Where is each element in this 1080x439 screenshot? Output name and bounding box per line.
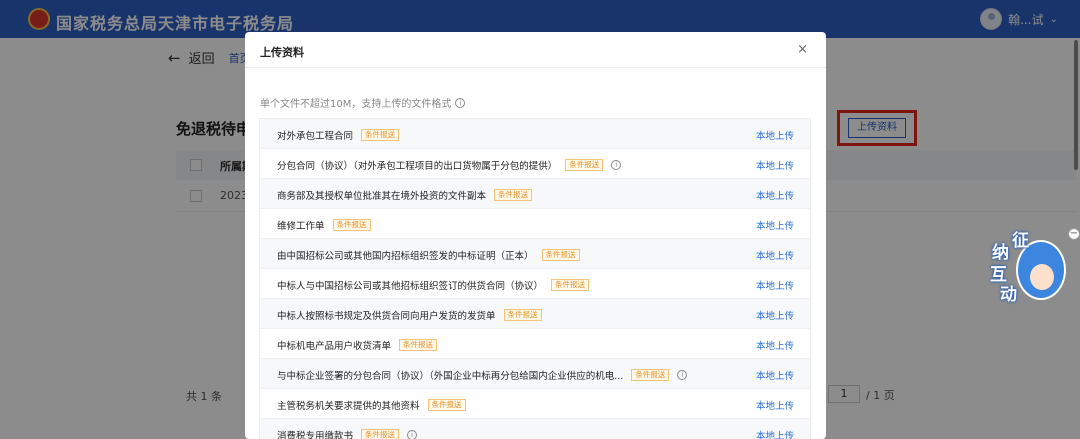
- document-name: 中标人按照标书规定及供货合同向用户发货的发货单: [277, 311, 496, 322]
- document-name-group: 分包合同（协议）（对外承包工程项目的出口货物属于分包的提供） 条件报送 i: [277, 158, 622, 172]
- interaction-assistant[interactable]: 征 纳 互 动: [986, 228, 1072, 306]
- document-name-group: 维修工作单 条件报送: [277, 218, 371, 232]
- list-item: 商务部及其授权单位批准其在境外投资的文件副本 条件报送 本地上传: [260, 179, 810, 209]
- document-name-group: 中标人按照标书规定及供货合同向用户发货的发货单 条件报送: [277, 308, 542, 322]
- list-item: 由中国招标公司或其他国内招标组织签发的中标证明（正本） 条件报送 本地上传: [260, 239, 810, 269]
- document-name: 由中国招标公司或其他国内招标组织签发的中标证明（正本）: [277, 251, 534, 262]
- local-upload-link[interactable]: 本地上传: [756, 278, 794, 292]
- conditional-submit-badge: 条件报送: [399, 339, 438, 351]
- list-item: 维修工作单 条件报送 本地上传: [260, 209, 810, 239]
- conditional-submit-badge: 条件报送: [541, 249, 580, 261]
- list-item: 中标机电产品用户收货清单 条件报送 本地上传: [260, 329, 810, 359]
- assistant-char-4: 动: [1000, 285, 1017, 305]
- list-item: 中标人与中国招标公司或其他招标组织签订的供货合同（协议） 条件报送 本地上传: [260, 269, 810, 299]
- info-icon[interactable]: i: [407, 430, 418, 439]
- local-upload-link[interactable]: 本地上传: [756, 428, 794, 439]
- document-name-group: 由中国招标公司或其他国内招标组织签发的中标证明（正本） 条件报送: [277, 248, 580, 262]
- conditional-submit-badge: 条件报送: [361, 129, 400, 141]
- conditional-submit-badge: 条件报送: [503, 309, 542, 321]
- conditional-submit-badge: 条件报送: [361, 429, 400, 439]
- document-name-group: 主管税务机关要求提供的其他资料 条件报送: [277, 398, 466, 412]
- list-item: 与中标企业签署的分包合同（协议）（外国企业中标再分包给国内企业供应的机电... 条…: [260, 359, 810, 389]
- document-name: 中标机电产品用户收货清单: [277, 341, 392, 352]
- list-item: 分包合同（协议）（对外承包工程项目的出口货物属于分包的提供） 条件报送 i 本地上传: [260, 149, 810, 179]
- document-name: 对外承包工程合同: [277, 131, 354, 142]
- conditional-submit-badge: 条件报送: [631, 369, 670, 381]
- document-name-group: 商务部及其授权单位批准其在境外投资的文件副本 条件报送: [277, 188, 533, 202]
- local-upload-link[interactable]: 本地上传: [756, 368, 794, 382]
- conditional-submit-badge: 条件报送: [551, 279, 590, 291]
- document-name: 消费税专用缴款书: [277, 431, 354, 439]
- document-name: 商务部及其授权单位批准其在境外投资的文件副本: [277, 191, 487, 202]
- file-format-hint: 单个文件不超过10M，支持上传的文件格式 i: [260, 95, 466, 110]
- modal-title: 上传资料: [260, 46, 304, 59]
- local-upload-link[interactable]: 本地上传: [756, 188, 794, 202]
- conditional-submit-badge: 条件报送: [565, 159, 604, 171]
- info-icon[interactable]: i: [677, 370, 688, 380]
- document-name-group: 中标人与中国招标公司或其他招标组织签订的供货合同（协议） 条件报送: [277, 278, 590, 292]
- list-item: 对外承包工程合同 条件报送 本地上传: [260, 119, 810, 149]
- local-upload-link[interactable]: 本地上传: [756, 128, 794, 142]
- conditional-submit-badge: 条件报送: [427, 399, 466, 411]
- list-item: 消费税专用缴款书 条件报送 i 本地上传: [260, 419, 810, 439]
- document-name-group: 消费税专用缴款书 条件报送 i: [277, 428, 418, 439]
- document-name: 与中标企业签署的分包合同（协议）（外国企业中标再分包给国内企业供应的机电...: [277, 371, 624, 382]
- local-upload-link[interactable]: 本地上传: [756, 248, 794, 262]
- document-name-group: 与中标企业签署的分包合同（协议）（外国企业中标再分包给国内企业供应的机电... 条…: [277, 368, 688, 382]
- document-name-group: 中标机电产品用户收货清单 条件报送: [277, 338, 438, 352]
- document-list: 对外承包工程合同 条件报送 本地上传 分包合同（协议）（对外承包工程项目的出口货物属于…: [259, 118, 811, 439]
- document-name-group: 对外承包工程合同 条件报送: [277, 128, 400, 142]
- list-item: 主管税务机关要求提供的其他资料 条件报送 本地上传: [260, 389, 810, 419]
- local-upload-link[interactable]: 本地上传: [756, 308, 794, 322]
- document-name: 分包合同（协议）（对外承包工程项目的出口货物属于分包的提供）: [277, 161, 558, 172]
- local-upload-link[interactable]: 本地上传: [756, 338, 794, 352]
- conditional-submit-badge: 条件报送: [494, 189, 533, 201]
- close-icon[interactable]: ×: [797, 42, 808, 57]
- local-upload-link[interactable]: 本地上传: [756, 218, 794, 232]
- modal-header: 上传资料 ×: [245, 32, 826, 68]
- document-name: 维修工作单: [277, 221, 325, 232]
- info-icon[interactable]: i: [455, 97, 466, 108]
- info-icon[interactable]: i: [611, 160, 622, 170]
- document-name: 主管税务机关要求提供的其他资料: [277, 401, 420, 412]
- conditional-submit-badge: 条件报送: [332, 219, 371, 231]
- collapse-icon[interactable]: −: [1068, 228, 1080, 240]
- local-upload-link[interactable]: 本地上传: [756, 398, 794, 412]
- document-name: 中标人与中国招标公司或其他招标组织签订的供货合同（协议）: [277, 281, 544, 292]
- hint-text: 单个文件不超过10M，支持上传的文件格式: [260, 99, 452, 110]
- list-item: 中标人按照标书规定及供货合同向用户发货的发货单 条件报送 本地上传: [260, 299, 810, 329]
- upload-modal: 上传资料 × 单个文件不超过10M，支持上传的文件格式 i 对外承包工程合同 条件…: [245, 32, 826, 439]
- local-upload-link[interactable]: 本地上传: [756, 158, 794, 172]
- assistant-char-1: 征: [1012, 231, 1029, 251]
